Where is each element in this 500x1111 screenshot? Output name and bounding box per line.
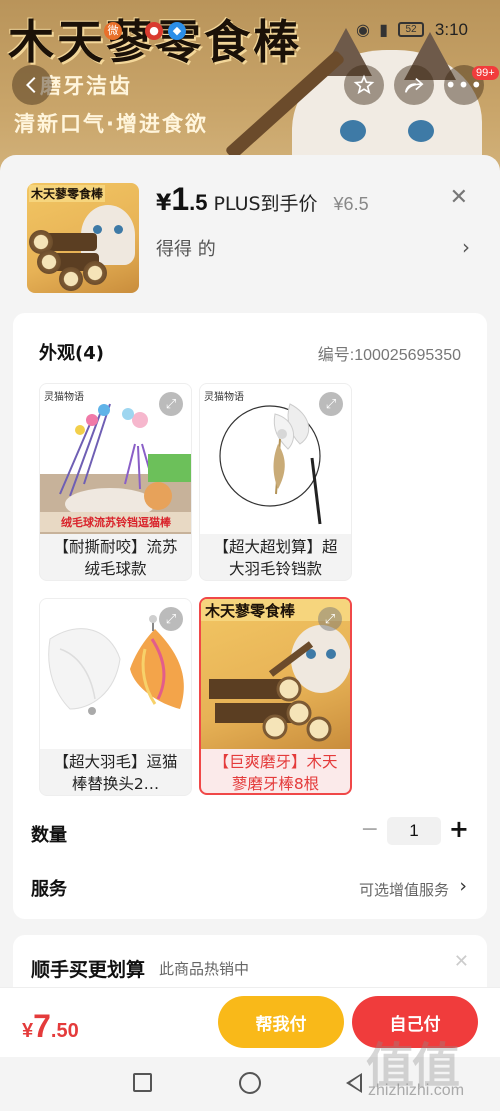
price-currency: ¥ <box>156 191 172 216</box>
chevron-right-icon: › <box>459 875 467 897</box>
quantity-input[interactable]: 1 <box>387 817 441 845</box>
brand-logo: 灵猫物语 <box>204 392 244 403</box>
options-card: 外观(4) 编号:100025695350 灵猫物语 绒毛球流苏铃铛逗猫棒 ⤢ … <box>13 313 487 919</box>
share-button[interactable] <box>394 65 434 105</box>
upsell-subtitle: 此商品热销中 <box>159 960 250 978</box>
option-label: 【巨爽磨牙】木天蓼磨牙棒8根 <box>213 753 338 793</box>
upsell-title: 顺手买更划算 <box>31 959 146 981</box>
quantity-decrease-button[interactable]: − <box>361 817 379 842</box>
option-fluffy-ball[interactable]: 灵猫物语 绒毛球流苏铃铛逗猫棒 ⤢ 【耐撕耐咬】流苏绒毛球款 <box>39 383 192 581</box>
battery-icon: 52 <box>398 22 424 37</box>
total-price: ¥ 7 .50 <box>22 1008 79 1045</box>
option-feather-refill[interactable]: ⤢ 【超大羽毛】逗猫棒替换头2… <box>39 598 192 796</box>
favorite-button[interactable] <box>344 65 384 105</box>
option-big-feather-bell[interactable]: 灵猫物语 ⤢ 【超大超划算】超大羽毛铃铛款 <box>199 383 352 581</box>
status-bar: 微 ● ◆ ◉ ▮ 52 3:10 <box>0 0 500 62</box>
appearance-title: 外观(4) <box>39 343 104 364</box>
option-thumb-title: 木天蓼零食棒 <box>204 602 296 620</box>
expand-icon[interactable]: ⤢ <box>318 607 342 631</box>
original-price: ¥6.5 <box>333 194 369 214</box>
option-image: ⤢ <box>40 599 191 749</box>
message-count-badge: 99+ <box>472 66 499 80</box>
selected-product-thumbnail[interactable]: 木天蓼零食棒 <box>27 183 139 293</box>
service-value: 可选增值服务 <box>358 881 449 899</box>
thumbnail-sticks-image <box>29 227 109 291</box>
expand-icon[interactable]: ⤢ <box>159 607 183 631</box>
option-image: 灵猫物语 ⤢ <box>200 384 351 534</box>
expand-icon[interactable]: ⤢ <box>319 392 343 416</box>
service-label: 服务 <box>31 879 67 900</box>
option-label: 【超大超划算】超大羽毛铃铛款 <box>213 538 338 578</box>
banner-subtitle-2: 清新口气·增进食欲 <box>14 112 208 136</box>
app-notification-icon: ● <box>145 22 163 40</box>
option-label: 【耐撕耐咬】流苏绒毛球款 <box>53 538 178 578</box>
weibo-notification-icon: 微 <box>104 22 122 40</box>
total-currency: ¥ <box>22 1020 34 1042</box>
option-silvervine-sticks[interactable]: 木天蓼零食棒 ⤢ 【巨爽磨牙】木天蓼磨牙棒8根 <box>199 597 352 795</box>
quantity-row: 数量 − 1 + <box>13 815 487 855</box>
share-icon <box>404 77 424 93</box>
help-me-pay-button[interactable]: 帮我付 <box>218 996 344 1048</box>
expand-icon[interactable]: ⤢ <box>159 392 183 416</box>
qq-notification-icon: ◆ <box>168 22 186 40</box>
option-image: 灵猫物语 绒毛球流苏铃铛逗猫棒 ⤢ <box>40 384 191 534</box>
quantity-label: 数量 <box>31 825 67 846</box>
home-icon[interactable] <box>239 1072 261 1094</box>
recent-apps-icon[interactable] <box>133 1073 152 1092</box>
upsell-close-button[interactable]: ✕ <box>454 951 469 972</box>
chevron-left-icon <box>25 76 36 94</box>
eye-comfort-icon: ◉ <box>356 20 370 39</box>
sheet-header: 木天蓼零食棒 ¥ 1 .5 PLUS到手价 ¥6.5 ✕ 得得 的 › <box>0 155 500 313</box>
total-integer: 7 <box>33 1008 51 1044</box>
item-code: 编号:100025695350 <box>317 347 461 364</box>
status-time: 3:10 <box>434 20 468 39</box>
back-button[interactable] <box>12 65 52 105</box>
banner-subtitle-1: 磨牙洁齿 <box>40 74 132 98</box>
price-line: ¥ 1 .5 PLUS到手价 ¥6.5 <box>156 181 369 218</box>
sku-selection-sheet: 木天蓼零食棒 ¥ 1 .5 PLUS到手价 ¥6.5 ✕ 得得 的 › 外观(4… <box>0 155 500 1111</box>
option-label: 【超大羽毛】逗猫棒替换头2… <box>53 753 178 793</box>
price-integer: 1 <box>171 181 190 217</box>
watermark-url: zhizhizhi.com <box>368 1082 465 1099</box>
price-decimal: .5 <box>189 190 208 215</box>
option-image-caption: 绒毛球流苏铃铛逗猫棒 <box>61 515 172 529</box>
chevron-right-icon[interactable]: › <box>462 235 470 259</box>
total-decimal: .50 <box>50 1020 79 1042</box>
thumbnail-title: 木天蓼零食棒 <box>29 185 106 202</box>
quantity-increase-button[interactable]: + <box>449 815 469 843</box>
selected-variant-text[interactable]: 得得 的 <box>156 235 216 261</box>
signal-icon: ▮ <box>379 20 388 39</box>
close-sheet-button[interactable]: ✕ <box>450 185 468 210</box>
star-icon <box>353 74 375 95</box>
brand-logo: 灵猫物语 <box>44 392 84 403</box>
price-label: PLUS到手价 <box>213 193 318 215</box>
option-image: 木天蓼零食棒 ⤢ <box>201 599 350 749</box>
service-row[interactable]: 服务 可选增值服务 › <box>13 871 487 911</box>
